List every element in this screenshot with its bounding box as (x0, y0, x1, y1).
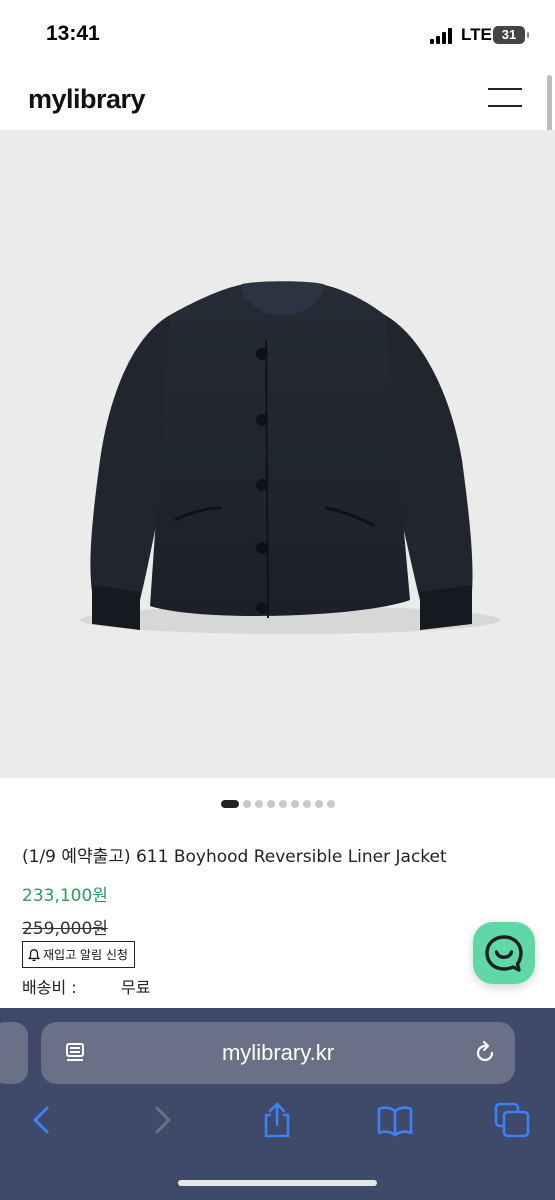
chat-smile-icon (485, 935, 523, 972)
address-bar[interactable]: mylibrary.kr (41, 1022, 515, 1084)
jacket-illustration (80, 281, 500, 634)
forward-icon[interactable] (142, 1100, 182, 1140)
network-type: LTE (461, 25, 492, 44)
browser-nav-row (0, 1100, 555, 1140)
reload-icon[interactable] (472, 1040, 498, 1066)
shipping-value: 무료 (121, 978, 151, 997)
image-carousel-dots (0, 793, 555, 808)
product-title: (1/9 예약출고) 611 Boyhood Reversible Liner … (22, 847, 447, 867)
site-header: mylibrary (0, 70, 555, 130)
url-text: mylibrary.kr (221, 1040, 335, 1065)
carousel-dot[interactable] (314, 799, 323, 808)
bookmarks-icon[interactable] (375, 1100, 415, 1140)
restock-alert-label: 재입고 알림 신청 (43, 948, 128, 962)
status-time: 13:41 (46, 22, 100, 45)
carousel-dot[interactable] (326, 799, 335, 808)
carousel-dot[interactable] (290, 799, 299, 808)
carousel-dot[interactable] (220, 799, 239, 808)
previous-tab-preview[interactable] (0, 1022, 28, 1084)
shipping-label: 배송비 : (22, 978, 77, 997)
bell-icon (27, 948, 41, 961)
cellular-signal-icon (430, 28, 454, 44)
hamburger-icon[interactable] (488, 88, 522, 108)
tabs-icon[interactable] (492, 1100, 532, 1140)
product-image[interactable] (0, 130, 555, 778)
carousel-dot[interactable] (242, 799, 251, 808)
carousel-dot[interactable] (302, 799, 311, 808)
original-price: 259,000원 (22, 919, 108, 939)
browser-toolbar: mylibrary.kr (0, 1008, 555, 1200)
carousel-dot[interactable] (266, 799, 275, 808)
share-icon[interactable] (257, 1100, 297, 1140)
carousel-dot[interactable] (278, 799, 287, 808)
battery-icon: 31 (493, 26, 529, 44)
sale-price: 233,100원 (22, 886, 108, 906)
back-icon[interactable] (22, 1100, 62, 1140)
site-logo[interactable]: mylibrary (28, 84, 146, 115)
chat-button[interactable] (473, 922, 535, 984)
restock-alert-button[interactable]: 재입고 알림 신청 (22, 941, 135, 968)
status-bar: 13:41 LTE 31 (0, 0, 555, 70)
home-indicator (178, 1180, 377, 1186)
carousel-dot[interactable] (254, 799, 263, 808)
